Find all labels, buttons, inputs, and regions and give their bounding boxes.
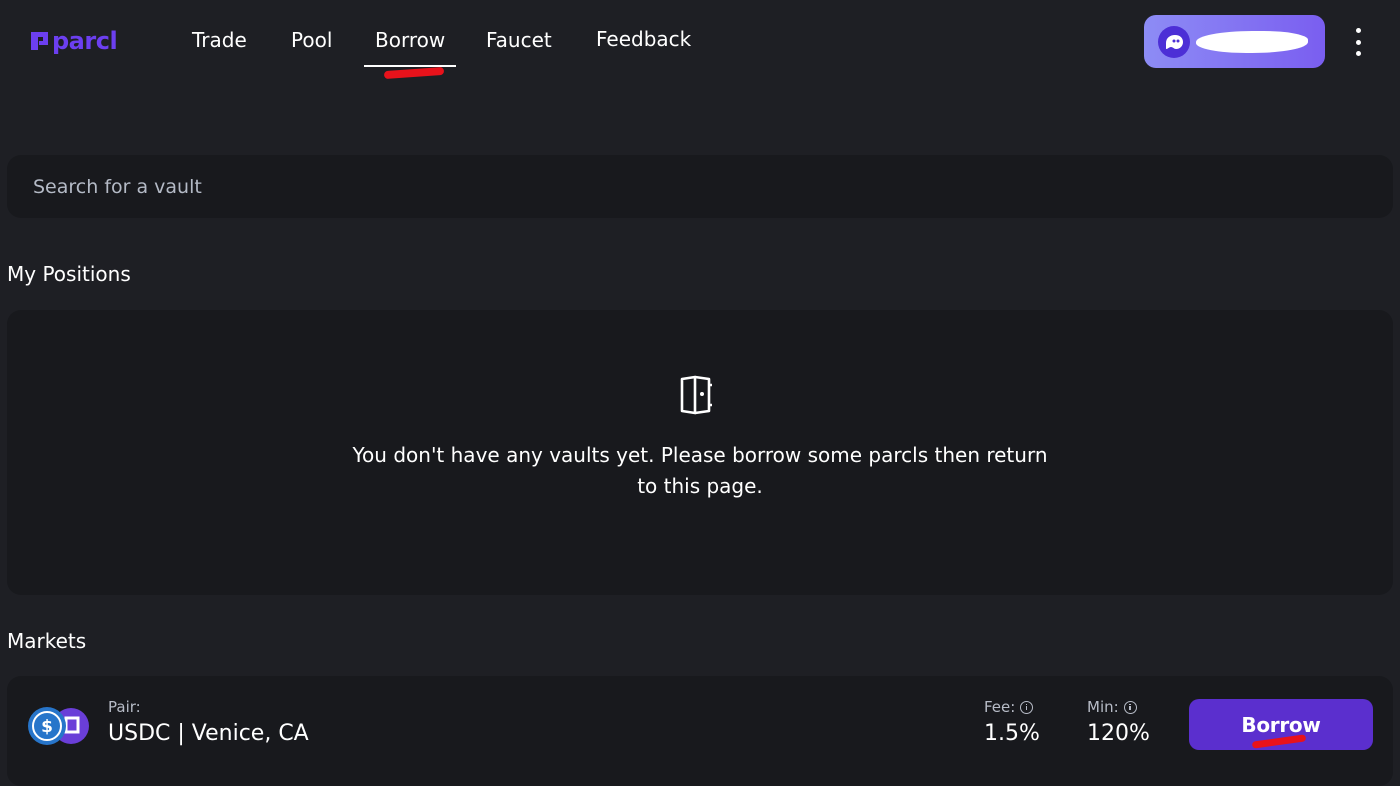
pair-label: Pair: bbox=[108, 698, 141, 716]
markets-heading: Markets bbox=[7, 629, 87, 653]
annotation-mark bbox=[383, 66, 445, 80]
redacted-wallet-address bbox=[1196, 31, 1308, 53]
min-value: 120% bbox=[1087, 721, 1150, 746]
kebab-menu-icon[interactable] bbox=[1346, 28, 1370, 56]
parcl-logo[interactable]: parcl bbox=[30, 24, 118, 58]
ghost-wallet-icon bbox=[1158, 26, 1190, 58]
active-tab-indicator bbox=[364, 65, 456, 67]
empty-positions-message: You don't have any vaults yet. Please bo… bbox=[352, 443, 1048, 498]
vault-icon bbox=[680, 375, 712, 415]
vault-search-bar bbox=[7, 155, 1393, 218]
fee-value: 1.5% bbox=[984, 721, 1040, 746]
min-info-icon[interactable] bbox=[1123, 700, 1137, 714]
parcl-logo-icon bbox=[31, 32, 48, 50]
wallet-button[interactable] bbox=[1144, 15, 1325, 68]
brand-name: parcl bbox=[52, 27, 118, 55]
min-label: Min: bbox=[1087, 698, 1119, 716]
usdc-parcl-pair-icon: $ bbox=[28, 707, 89, 745]
my-positions-heading: My Positions bbox=[7, 262, 131, 286]
nav-borrow[interactable]: Borrow bbox=[375, 28, 445, 52]
nav-trade[interactable]: Trade bbox=[192, 28, 247, 52]
top-nav: parcl Trade Pool Borrow Faucet Feedback bbox=[0, 0, 1400, 82]
fee-info-icon[interactable] bbox=[1020, 700, 1034, 714]
vault-search-input[interactable] bbox=[33, 175, 1393, 198]
min-label-group: Min: bbox=[1087, 698, 1137, 716]
fee-label: Fee: bbox=[984, 698, 1016, 716]
pair-value: USDC | Venice, CA bbox=[108, 721, 309, 746]
svg-text:$: $ bbox=[41, 717, 53, 737]
nav-pool[interactable]: Pool bbox=[291, 28, 332, 52]
nav-faucet[interactable]: Faucet bbox=[486, 28, 552, 52]
fee-label-group: Fee: bbox=[984, 698, 1034, 716]
nav-feedback[interactable]: Feedback bbox=[596, 27, 691, 51]
